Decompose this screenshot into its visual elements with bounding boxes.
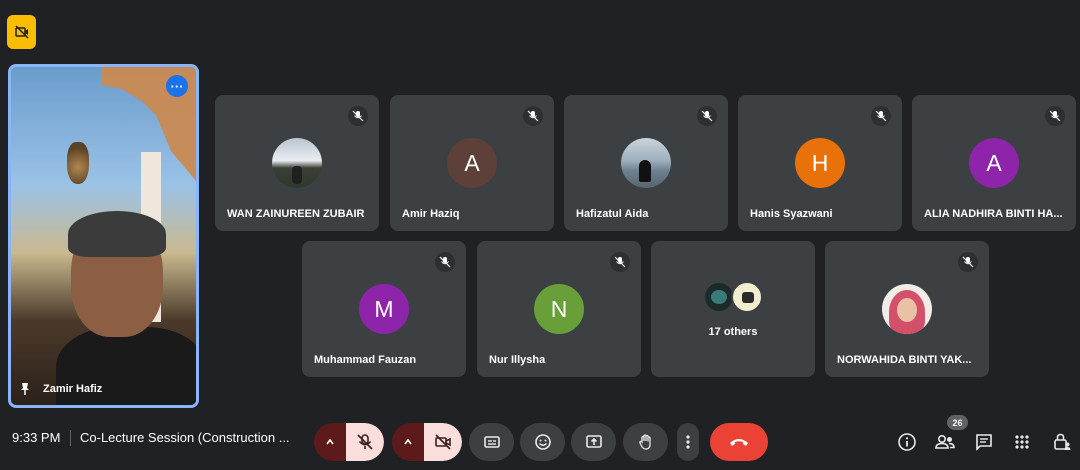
chat-icon	[976, 434, 992, 451]
captions-button[interactable]	[469, 423, 514, 461]
muted-mic-icon	[523, 106, 543, 126]
participant-count-badge: 26	[947, 415, 968, 430]
participant-letter-avatar: N	[534, 284, 584, 334]
participant-letter-avatar: H	[795, 138, 845, 188]
participant-name: ALIA NADHIRA BINTI HA...	[924, 208, 1063, 220]
participant-name: Hanis Syazwani	[750, 208, 833, 220]
muted-mic-icon	[435, 252, 455, 272]
participant-name: WAN ZAINUREEN ZUBAIR	[227, 208, 365, 220]
speaker-name: Zamir Hafiz	[43, 383, 103, 395]
active-speaker-tile[interactable]: ··· Zamir Hafiz	[8, 64, 199, 408]
camera-toggle-button[interactable]	[424, 423, 462, 461]
muted-mic-icon	[871, 106, 891, 126]
participant-tile[interactable]: WAN ZAINUREEN ZUBAIR	[215, 95, 379, 231]
vertical-dots-icon	[686, 435, 690, 449]
muted-mic-icon	[697, 106, 717, 126]
others-avatar-stack	[703, 281, 767, 313]
apps-grid-icon	[1015, 435, 1029, 449]
leave-call-button[interactable]	[710, 423, 768, 461]
present-screen-button[interactable]	[571, 423, 616, 461]
host-controls-button[interactable]	[1050, 430, 1074, 454]
activities-button[interactable]	[1010, 430, 1034, 454]
participant-letter-avatar: M	[359, 284, 409, 334]
mic-off-icon	[357, 434, 373, 450]
participant-tile[interactable]: A Amir Haziq	[390, 95, 554, 231]
participant-tile[interactable]: H Hanis Syazwani	[738, 95, 902, 231]
raise-hand-button[interactable]	[623, 423, 668, 461]
chevron-up-icon	[326, 438, 334, 445]
participant-letter-avatar: A	[447, 138, 497, 188]
clock-time: 9:33 PM	[12, 430, 61, 445]
participant-name: NORWAHIDA BINTI YAK...	[837, 354, 972, 366]
camera-control-group	[392, 423, 462, 461]
meeting-title: Co-Lecture Session (Construction ...	[80, 430, 290, 445]
participant-name: Amir Haziq	[402, 208, 460, 220]
no-video-badge[interactable]	[7, 15, 36, 49]
bottom-control-bar: 9:33 PM Co-Lecture Session (Construction…	[0, 408, 1080, 470]
hand-icon	[638, 434, 651, 450]
others-count-label: 17 others	[708, 326, 758, 338]
hang-up-icon	[730, 439, 748, 446]
mic-control-group	[314, 423, 384, 461]
mic-options-button[interactable]	[314, 423, 346, 461]
participant-tile[interactable]: N Nur Illysha	[477, 241, 641, 377]
participant-photo-avatar	[621, 138, 671, 188]
more-options-icon: ···	[170, 78, 184, 94]
participant-letter-avatar: A	[969, 138, 1019, 188]
mic-toggle-button[interactable]	[346, 423, 384, 461]
participant-photo-avatar	[882, 284, 932, 334]
chevron-up-icon	[404, 438, 412, 445]
camera-off-icon	[435, 434, 451, 450]
participant-tile[interactable]: A ALIA NADHIRA BINTI HA...	[912, 95, 1076, 231]
chat-button[interactable]	[972, 430, 996, 454]
reactions-button[interactable]	[520, 423, 565, 461]
speaker-video-person	[56, 211, 196, 405]
camera-options-button[interactable]	[392, 423, 424, 461]
pin-icon[interactable]	[17, 381, 33, 397]
people-icon	[935, 434, 955, 449]
others-tile[interactable]: 17 others	[651, 241, 815, 377]
participant-name: Nur Illysha	[489, 354, 546, 366]
participant-name: Hafizatul Aida	[576, 208, 649, 220]
people-button[interactable]	[933, 430, 957, 454]
muted-mic-icon	[348, 106, 368, 126]
others-avatar	[731, 281, 763, 313]
muted-mic-icon	[1045, 106, 1065, 126]
closed-captions-icon	[483, 436, 500, 448]
participant-tile[interactable]: M Muhammad Fauzan	[302, 241, 466, 377]
more-actions-button[interactable]	[677, 423, 699, 461]
divider	[70, 430, 71, 446]
lock-person-icon	[1054, 433, 1071, 450]
muted-mic-icon	[610, 252, 630, 272]
speaker-video-lamp	[67, 142, 89, 184]
participant-photo-avatar	[272, 138, 322, 188]
participant-tile[interactable]: NORWAHIDA BINTI YAK...	[825, 241, 989, 377]
muted-mic-icon	[958, 252, 978, 272]
more-options-button[interactable]: ···	[166, 75, 188, 97]
info-icon	[898, 433, 916, 451]
emoji-icon	[534, 434, 551, 450]
meeting-details-button[interactable]	[895, 430, 919, 454]
participant-name: Muhammad Fauzan	[314, 354, 417, 366]
no-video-badge-icon	[14, 25, 29, 39]
participant-tile[interactable]: Hafizatul Aida	[564, 95, 728, 231]
present-screen-icon	[585, 435, 602, 448]
